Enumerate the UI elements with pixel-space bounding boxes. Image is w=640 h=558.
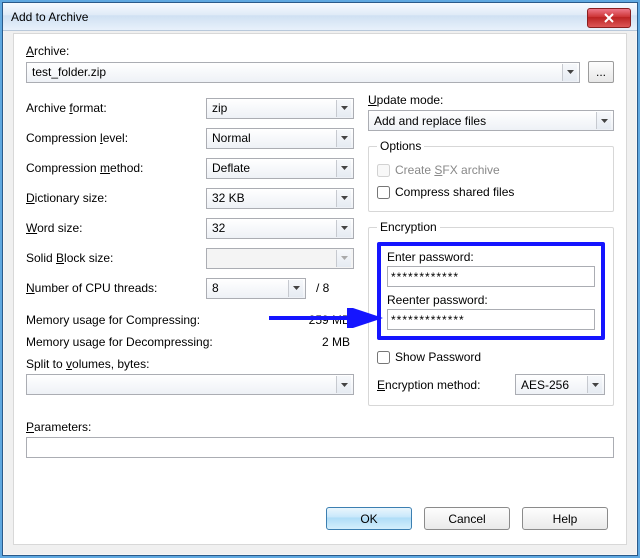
archive-path-value: test_folder.zip — [32, 65, 106, 79]
dict-label: Dictionary size: — [26, 191, 206, 205]
chevron-down-icon — [336, 100, 351, 117]
threads-max: / 8 — [316, 281, 329, 295]
options-group: Options Create SFX archive Compress shar… — [368, 139, 614, 212]
mem-decomp-value: 2 MB — [294, 335, 354, 349]
archive-label: Archive: — [26, 44, 614, 58]
chevron-down-icon — [336, 220, 351, 237]
dict-combo[interactable]: 32 KB — [206, 188, 354, 209]
chevron-down-icon — [336, 190, 351, 207]
mem-comp-value: 259 MB — [294, 313, 354, 327]
word-combo[interactable]: 32 — [206, 218, 354, 239]
ok-button[interactable]: OK — [326, 507, 412, 530]
chevron-down-icon — [288, 280, 303, 297]
split-label: Split to volumes, bytes: — [26, 357, 354, 371]
shared-checkbox[interactable] — [377, 186, 390, 199]
threads-label: Number of CPU threads: — [26, 281, 206, 295]
enc-method-combo[interactable]: AES-256 — [515, 374, 605, 395]
reenter-password-input[interactable] — [387, 309, 595, 330]
enc-method-label: Encryption method: — [377, 378, 507, 392]
close-icon — [604, 13, 614, 23]
mem-decomp-label: Memory usage for Decompressing: — [26, 335, 294, 349]
encryption-legend: Encryption — [377, 220, 440, 234]
level-combo[interactable]: Normal — [206, 128, 354, 149]
titlebar: Add to Archive — [3, 3, 637, 31]
word-label: Word size: — [26, 221, 206, 235]
browse-button[interactable]: ... — [588, 61, 614, 83]
parameters-label: Parameters: — [26, 420, 614, 434]
chevron-down-icon — [596, 112, 611, 129]
enter-password-input[interactable] — [387, 266, 595, 287]
archive-path-combo[interactable]: test_folder.zip — [26, 62, 580, 83]
dialog-window: Add to Archive Archive: test_folder.zip … — [2, 2, 638, 556]
chevron-down-icon — [562, 64, 577, 81]
enter-password-label: Enter password: — [387, 250, 595, 264]
chevron-down-icon — [336, 130, 351, 147]
method-combo[interactable]: Deflate — [206, 158, 354, 179]
sfx-checkbox — [377, 164, 390, 177]
sfx-row: Create SFX archive — [377, 159, 605, 181]
options-legend: Options — [377, 139, 424, 153]
update-label: Update mode: — [368, 93, 614, 107]
dialog-body: Archive: test_folder.zip ... Archive for… — [13, 33, 627, 545]
threads-combo[interactable]: 8 — [206, 278, 306, 299]
reenter-password-label: Reenter password: — [387, 293, 595, 307]
parameters-input[interactable] — [26, 437, 614, 458]
close-button[interactable] — [587, 8, 631, 28]
right-column: Update mode: Add and replace files Optio… — [368, 93, 614, 414]
method-label: Compression method: — [26, 161, 206, 175]
update-combo[interactable]: Add and replace files — [368, 110, 614, 131]
chevron-down-icon — [336, 250, 351, 267]
window-title: Add to Archive — [11, 10, 587, 24]
format-combo[interactable]: zip — [206, 98, 354, 119]
level-label: Compression level: — [26, 131, 206, 145]
shared-row[interactable]: Compress shared files — [377, 181, 605, 203]
chevron-down-icon — [587, 376, 602, 393]
mem-comp-label: Memory usage for Compressing: — [26, 313, 294, 327]
encryption-highlight: Enter password: Reenter password: — [377, 242, 605, 340]
chevron-down-icon — [336, 160, 351, 177]
format-label: Archive format: — [26, 101, 206, 115]
encryption-group: Encryption Enter password: Reenter passw… — [368, 220, 614, 406]
block-combo — [206, 248, 354, 269]
split-combo[interactable] — [26, 374, 354, 395]
left-column: Archive format: zip Compression level: N… — [26, 93, 354, 414]
chevron-down-icon — [336, 376, 351, 393]
help-button[interactable]: Help — [522, 507, 608, 530]
show-password-checkbox[interactable] — [377, 351, 390, 364]
show-password-label: Show Password — [395, 350, 481, 364]
cancel-button[interactable]: Cancel — [424, 507, 510, 530]
block-label: Solid Block size: — [26, 251, 206, 265]
